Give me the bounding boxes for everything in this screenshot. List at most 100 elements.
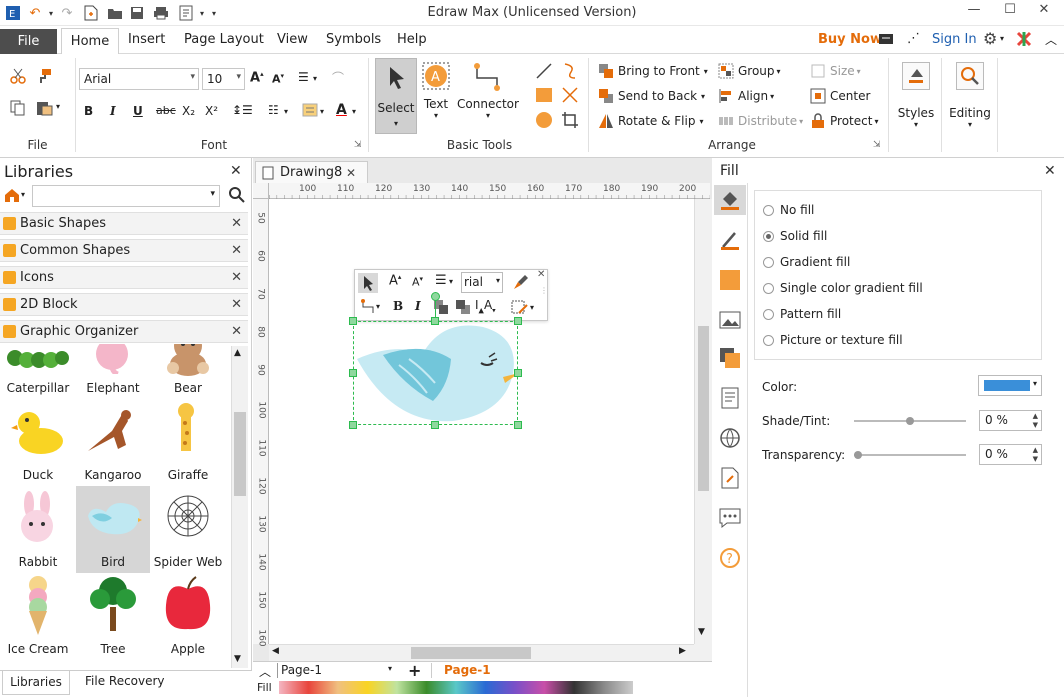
copy-icon[interactable]: [10, 100, 26, 119]
library-scrollbar[interactable]: ▲ ▼: [231, 346, 248, 668]
canvas-horizontal-scrollbar[interactable]: ◀ ▶: [269, 644, 694, 661]
shape-spider-web[interactable]: Spider Web: [151, 486, 225, 573]
styles-button[interactable]: Styles ▾: [894, 62, 938, 129]
transparency-slider-thumb[interactable]: [854, 451, 862, 459]
font-dialog-launcher-icon[interactable]: ⇲: [354, 140, 362, 150]
mini-font-combo[interactable]: rial ▾: [461, 272, 503, 293]
spin-down-icon[interactable]: ▼: [1033, 455, 1038, 463]
shape-ice-cream[interactable]: Ice Cream: [1, 573, 75, 660]
library-home-icon[interactable]: [4, 187, 20, 206]
transparency-slider[interactable]: [854, 451, 966, 459]
fill-option-picture-texture[interactable]: Picture or texture fill: [763, 333, 903, 347]
close-fill-panel-icon[interactable]: ✕: [1044, 163, 1056, 179]
library-category-graphic-organizer[interactable]: Graphic Organizer ✕: [0, 320, 248, 343]
resize-handle-n[interactable]: [431, 317, 439, 325]
rotate-flip-dropdown-icon[interactable]: ▾: [699, 117, 703, 126]
minimize-icon[interactable]: —: [960, 2, 988, 22]
settings-dropdown-icon[interactable]: ▾: [1000, 34, 1004, 43]
fill-option-gradient-fill[interactable]: Gradient fill: [763, 255, 850, 269]
scroll-up-icon[interactable]: ▲: [234, 348, 241, 358]
text-tool-button[interactable]: A Text ▾: [420, 62, 452, 120]
rotate-flip-button[interactable]: Rotate & Flip ▾: [598, 113, 703, 129]
close-category-icon[interactable]: ✕: [231, 213, 242, 234]
scroll-down-icon[interactable]: ▼: [234, 654, 241, 664]
font-name-combo[interactable]: Arial ▾: [79, 68, 199, 90]
color-picker[interactable]: ▾: [978, 375, 1042, 396]
mini-send-back-icon[interactable]: [455, 299, 471, 318]
resize-handle-nw[interactable]: [349, 317, 357, 325]
bring-to-front-button[interactable]: Bring to Front ▾: [598, 63, 708, 79]
shade-tint-spinner[interactable]: 0 % ▲ ▼: [979, 410, 1042, 431]
selected-bird-shape[interactable]: [349, 292, 522, 429]
size-dropdown-icon[interactable]: ▾: [857, 67, 861, 76]
text-highlight-icon[interactable]: [302, 103, 318, 120]
shape-elephant[interactable]: Elephant: [76, 344, 150, 399]
tab-page-layout[interactable]: Page Layout: [184, 32, 264, 47]
align-dropdown-icon[interactable]: ▾: [770, 92, 774, 101]
bring-to-front-dropdown-icon[interactable]: ▾: [704, 67, 708, 76]
mini-font-dropdown-icon[interactable]: ▾: [496, 276, 500, 285]
library-home-dropdown-icon[interactable]: ▾: [21, 190, 25, 199]
canvas-scroll-left-icon[interactable]: ◀: [272, 646, 279, 656]
align-text-icon[interactable]: ☰: [298, 70, 309, 84]
rectangle-tool-icon[interactable]: [535, 86, 553, 107]
mini-format-painter-icon[interactable]: [513, 274, 529, 293]
theme-icon[interactable]: [1016, 31, 1032, 50]
close-category-icon[interactable]: ✕: [231, 240, 242, 261]
editing-dropdown-icon[interactable]: ▾: [946, 120, 994, 129]
close-mini-toolbar-icon[interactable]: ✕: [537, 269, 545, 280]
shape-kangaroo[interactable]: Kangaroo: [76, 399, 150, 486]
library-search-icon[interactable]: [229, 187, 245, 206]
mini-style-icon[interactable]: [511, 299, 529, 318]
library-scroll-thumb[interactable]: [234, 412, 246, 496]
font-color-icon[interactable]: A: [336, 102, 347, 118]
library-category-basic-shapes[interactable]: Basic Shapes ✕: [0, 212, 248, 235]
group-dropdown-icon[interactable]: ▾: [777, 67, 781, 76]
mini-italic-icon[interactable]: I: [415, 299, 421, 313]
settings-gear-icon[interactable]: ⚙: [983, 29, 997, 48]
text-tool-dropdown-icon[interactable]: ▾: [420, 111, 452, 120]
connector-tool-button[interactable]: Connector ▾: [456, 62, 520, 120]
library-category-2d-block[interactable]: 2D Block ✕: [0, 293, 248, 316]
mini-style-dropdown-icon[interactable]: ▾: [530, 303, 534, 312]
document-properties-icon[interactable]: [719, 387, 741, 409]
mini-connector-dropdown-icon[interactable]: ▾: [376, 302, 380, 311]
shape-bird[interactable]: Bird: [76, 486, 150, 573]
fill-option-single-color-gradient[interactable]: Single color gradient fill: [763, 281, 923, 295]
font-size-dropdown-icon[interactable]: ▾: [236, 72, 241, 82]
shape-caterpillar[interactable]: Caterpillar: [1, 344, 75, 399]
grow-font-icon[interactable]: A▴: [250, 70, 264, 85]
canvas-scroll-right-icon[interactable]: ▶: [679, 646, 686, 656]
group-button[interactable]: Group ▾: [718, 63, 781, 79]
transparency-spinner[interactable]: 0 % ▲ ▼: [979, 444, 1042, 465]
highlight-dropdown-icon[interactable]: ▾: [320, 107, 324, 116]
mini-bold-icon[interactable]: B: [393, 299, 403, 313]
drawing-page[interactable]: A▴ A▾ ☰ ▾ rial ▾ ✕ ⋮ ▾ B I I▲A▾ ▾: [269, 199, 694, 644]
mini-grow-font-icon[interactable]: A▴: [389, 273, 401, 288]
library-category-icons[interactable]: Icons ✕: [0, 266, 248, 289]
shade-tint-slider-thumb[interactable]: [906, 417, 914, 425]
select-tool-button[interactable]: Select ▾: [375, 58, 417, 134]
shadow-icon[interactable]: [719, 269, 741, 291]
close-window-icon[interactable]: ✕: [1030, 2, 1058, 22]
library-category-common-shapes[interactable]: Common Shapes ✕: [0, 239, 248, 262]
image-icon[interactable]: [719, 309, 741, 331]
protect-button[interactable]: Protect ▾: [810, 113, 878, 129]
file-menu[interactable]: File: [0, 29, 57, 54]
library-search-dropdown-icon[interactable]: ▾: [210, 189, 215, 199]
line-spacing-icon[interactable]: ↨☰: [232, 103, 253, 117]
shape-duck[interactable]: Duck: [1, 399, 75, 486]
mini-shrink-font-icon[interactable]: A▾: [412, 275, 423, 289]
resize-handle-w[interactable]: [349, 369, 357, 377]
fill-option-no-fill[interactable]: No fill: [763, 203, 814, 217]
close-libraries-icon[interactable]: ✕: [230, 163, 242, 179]
size-button[interactable]: Size ▾: [810, 63, 861, 79]
radio-button[interactable]: [763, 204, 774, 216]
font-name-dropdown-icon[interactable]: ▾: [190, 72, 195, 82]
font-size-combo[interactable]: 10 ▾: [202, 68, 245, 90]
center-button[interactable]: Center: [810, 88, 870, 104]
library-search-input[interactable]: ▾: [32, 185, 220, 207]
canvas-vertical-scrollbar[interactable]: ▼: [694, 199, 712, 644]
spin-up-icon[interactable]: ▲: [1033, 446, 1038, 454]
shape-bear[interactable]: Bear: [151, 344, 225, 399]
